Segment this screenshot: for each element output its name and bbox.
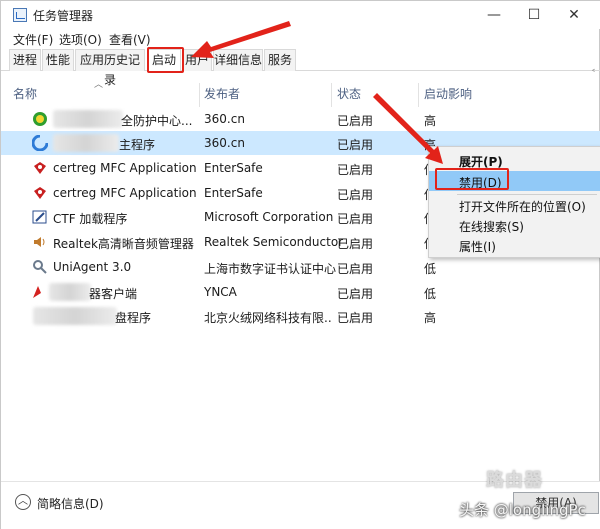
tab-startup[interactable]: 启动: [147, 49, 181, 72]
column-name[interactable]: 名称: [13, 85, 37, 105]
close-button[interactable]: ✕: [551, 1, 597, 29]
task-manager-window: 任务管理器 — ☐ ✕ 文件(F) 选项(O) 查看(V) 进程 性能 应用历史…: [0, 0, 600, 529]
column-startup-impact[interactable]: 启动影响: [424, 85, 472, 105]
menu-item-disable-label: 禁用(D): [459, 176, 502, 190]
redacted-name: [33, 307, 117, 325]
column-divider[interactable]: [331, 83, 332, 107]
menu-item-search-online[interactable]: 在线搜索(S): [429, 215, 600, 235]
redacted-name: [49, 283, 91, 301]
table-row[interactable]: 全防护中心... 360.cn 已启用 高: [1, 107, 600, 131]
speaker-icon: [34, 237, 45, 247]
watermark-author: 头条 @longlingPc: [459, 501, 586, 519]
fewer-details-link[interactable]: 简略信息(D): [37, 495, 104, 512]
menu-item-properties[interactable]: 属性(I): [429, 235, 600, 255]
startup-name: 主程序: [119, 138, 156, 152]
menu-options[interactable]: 选项(O): [59, 31, 102, 48]
startup-name: CTF 加载程序: [53, 212, 128, 226]
menu-item-search-online-label: 在线搜索(S): [459, 220, 524, 234]
task-manager-icon: [13, 8, 27, 22]
tab-bar: 进程 性能 应用历史记录 启动 用户 详细信息 服务: [1, 49, 600, 87]
table-row[interactable]: 盘程序 北京火绒网络科技有限... 已启用 高: [1, 304, 600, 328]
chevron-up-icon[interactable]: ︿: [15, 494, 31, 510]
startup-name: certreg MFC Application: [53, 186, 197, 200]
window-title: 任务管理器: [33, 9, 94, 23]
column-divider[interactable]: [199, 83, 200, 107]
status: 已启用: [337, 212, 374, 226]
status: 已启用: [337, 188, 374, 202]
sort-up-icon: ︿: [94, 80, 104, 90]
publisher: EnterSafe: [204, 186, 263, 200]
uniagent-icon: [33, 260, 47, 274]
redacted-name: [53, 110, 123, 128]
title-bar: 任务管理器 — ☐ ✕: [1, 1, 600, 29]
tab-processes[interactable]: 进程: [9, 49, 41, 71]
startup-name: 全防护中心...: [121, 114, 193, 128]
startup-impact: 低: [424, 262, 437, 276]
menu-item-expand-label: 展开(P): [459, 155, 503, 169]
publisher: 360.cn: [204, 136, 245, 150]
tab-app-history[interactable]: 应用历史记录: [75, 49, 145, 87]
status: 已启用: [337, 311, 374, 325]
publisher: 北京火绒网络科技有限...: [204, 311, 332, 325]
publisher: Microsoft Corporation: [204, 210, 334, 224]
startup-name: UniAgent 3.0: [53, 260, 132, 274]
startup-name: Realtek高清晰音频管理器: [53, 237, 194, 251]
startup-impact: 低: [424, 287, 437, 301]
certreg-icon: [34, 162, 46, 174]
table-row[interactable]: 器客户端 YNCA 已启用 低: [1, 280, 600, 304]
menu-item-disable[interactable]: 禁用(D): [429, 171, 600, 191]
status: 已启用: [337, 262, 374, 276]
startup-name: 盘程序: [115, 311, 152, 325]
redacted-name: [53, 134, 119, 152]
tab-details[interactable]: 详细信息: [213, 49, 263, 71]
status: 已启用: [337, 114, 374, 128]
ctf-loader-icon: [32, 210, 47, 224]
startup-impact: 高: [424, 114, 437, 128]
startup-impact: 高: [424, 311, 437, 325]
menu-item-open-file-location[interactable]: 打开文件所在的位置(O): [429, 195, 600, 215]
status: 已启用: [337, 237, 374, 251]
tab-users[interactable]: 用户: [182, 49, 212, 71]
status: 已启用: [337, 138, 374, 152]
context-menu: 展开(P) 禁用(D) 打开文件所在的位置(O) 在线搜索(S) 属性(I): [428, 146, 600, 258]
tab-services[interactable]: 服务: [264, 49, 296, 71]
menu-view[interactable]: 查看(V): [109, 31, 151, 48]
publisher: 360.cn: [204, 112, 245, 126]
table-row[interactable]: UniAgent 3.0 上海市数字证书认证中心 已启用 低: [1, 255, 600, 279]
window-edge-marker: ˂: [591, 69, 596, 80]
watermark-brand: 路由器: [486, 470, 543, 491]
certreg-icon: [34, 187, 46, 199]
ynca-icon: [33, 286, 41, 298]
column-divider[interactable]: [418, 83, 419, 107]
column-status[interactable]: 状态: [337, 85, 361, 105]
startup-name: certreg MFC Application: [53, 161, 197, 175]
menu-item-expand[interactable]: 展开(P): [429, 150, 600, 170]
tab-performance[interactable]: 性能: [42, 49, 74, 71]
status: 已启用: [337, 163, 374, 177]
publisher: YNCA: [204, 285, 237, 299]
publisher: 上海市数字证书认证中心: [204, 262, 337, 276]
publisher: EnterSafe: [204, 161, 263, 175]
publisher: Realtek Semiconductor: [204, 235, 344, 249]
startup-name: 器客户端: [89, 287, 138, 301]
menu-item-properties-label: 属性(I): [459, 240, 496, 254]
menu-item-open-file-location-label: 打开文件所在的位置(O): [459, 200, 586, 214]
menu-bar: 文件(F) 选项(O) 查看(V): [1, 29, 600, 49]
status: 已启用: [337, 287, 374, 301]
360-shield-icon: [33, 112, 47, 126]
360-browser-icon: [32, 135, 48, 151]
menu-file[interactable]: 文件(F): [13, 31, 53, 48]
column-publisher[interactable]: 发布者: [204, 85, 240, 105]
